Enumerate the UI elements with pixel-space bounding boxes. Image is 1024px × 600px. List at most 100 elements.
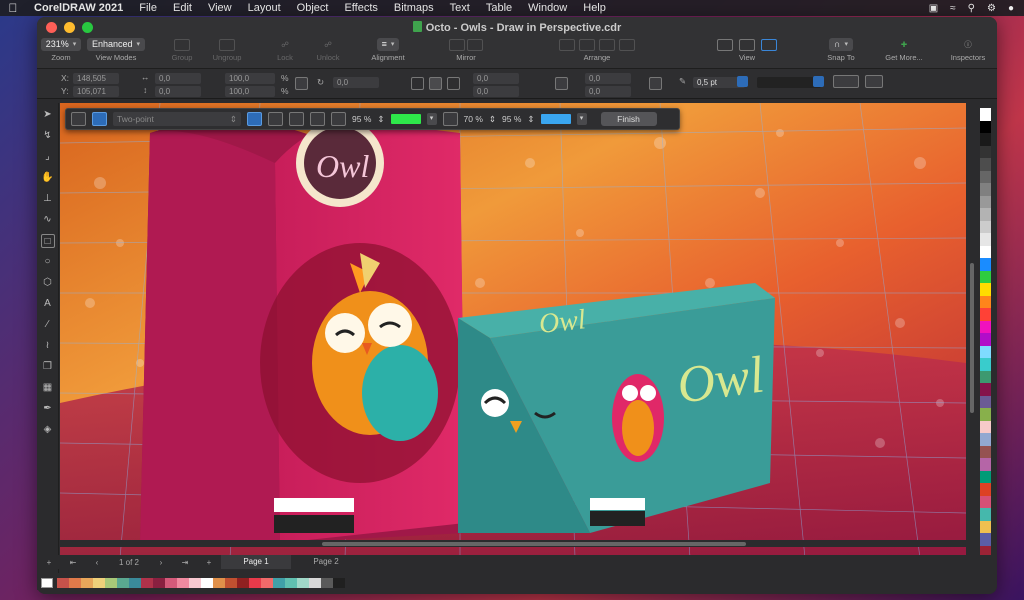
grid-plane-2-icon[interactable] [268,112,283,126]
display-icon[interactable]: ▣ [929,3,938,14]
app-menu[interactable]: CorelDRAW 2021 [26,2,131,14]
perspective-mode-dropdown[interactable]: Two-point ⇕ [113,112,241,126]
palette-swatch[interactable] [980,145,991,158]
view-mode-dropdown[interactable]: Enhanced ▾ [86,38,146,51]
grid-plane-4-icon[interactable] [310,112,325,126]
document-palette-swatch[interactable] [213,578,225,588]
palette-swatch[interactable] [980,208,991,221]
freehand-tool-icon[interactable]: ∿ [41,213,55,227]
document-palette-swatch[interactable] [93,578,105,588]
relative-corner-icon[interactable] [649,77,662,90]
scale-width-field[interactable]: 100,0 [225,73,275,84]
corner-chamfer-icon[interactable] [447,77,460,90]
document-palette-swatch[interactable] [321,578,333,588]
grid-color-swatch-1[interactable] [390,114,421,124]
unlock-button[interactable]: ☍ Unlock [309,37,347,62]
stepper-icon[interactable]: ⇕ [377,114,384,125]
palette-swatch[interactable] [980,383,991,396]
document-palette-swatch[interactable] [309,578,321,588]
corner-scallop-icon[interactable] [429,77,442,90]
palette-swatch[interactable] [980,320,991,333]
horizontal-scrollbar[interactable] [60,540,966,547]
corner-radius-1[interactable]: 0,0 [473,73,519,84]
palette-swatch[interactable] [980,483,991,496]
arrange-group[interactable]: Arrange [532,37,662,62]
text-tool-icon[interactable]: A [41,297,55,311]
stepper-icon[interactable]: ⇕ [489,114,496,125]
menu-bitmaps[interactable]: Bitmaps [386,2,442,14]
finish-button[interactable]: Finish [600,112,657,126]
corner-radius-3[interactable]: 0,0 [585,73,631,84]
rectangle-tool-icon[interactable]: □ [40,234,55,248]
corner-radius-4[interactable]: 0,0 [585,86,631,97]
palette-swatch[interactable] [980,158,991,171]
pick-tool-icon[interactable]: ➤ [41,108,55,122]
document-palette-swatch[interactable] [237,578,249,588]
document-palette-swatch[interactable] [165,578,177,588]
pan-tool-icon[interactable]: ✋ [41,171,55,185]
chevron-down-icon[interactable]: ▾ [576,113,587,125]
document-palette-swatch[interactable] [153,578,165,588]
menu-text[interactable]: Text [442,2,478,14]
corner-radius-2[interactable]: 0,0 [473,86,519,97]
palette-swatch[interactable] [980,458,991,471]
opacity-2-value[interactable]: 70 % [464,114,483,124]
palette-swatch[interactable] [980,258,991,271]
grid-color-swatch-2[interactable] [540,114,571,124]
document-palette-swatch[interactable] [273,578,285,588]
chevron-down-icon[interactable]: ▾ [426,113,437,125]
palette-swatch[interactable] [980,408,991,421]
width-field[interactable]: 0,0 [155,73,201,84]
last-page-icon[interactable]: ⇥ [173,558,197,567]
prev-page-icon[interactable]: ‹ [85,558,109,567]
chevron-down-icon[interactable] [813,76,824,87]
palette-swatch[interactable] [980,345,991,358]
height-field[interactable]: 0,0 [155,86,201,97]
line-style-dropdown[interactable] [757,77,821,88]
siri-icon[interactable]: ● [1008,3,1014,14]
document-palette-swatch[interactable] [249,578,261,588]
page-tab-1[interactable]: Page 1 [221,555,291,569]
add-page-after-icon[interactable]: + [197,558,221,567]
menu-view[interactable]: View [200,2,240,14]
lock-ratio-icon[interactable] [295,77,308,90]
drawing-canvas[interactable]: Owl Owl Owl [60,103,966,558]
palette-swatch[interactable] [980,170,991,183]
palette-swatch[interactable] [980,420,991,433]
polygon-tool-icon[interactable]: ⬡ [41,276,55,290]
perspective-add-icon[interactable] [71,112,86,126]
palette-swatch[interactable] [980,358,991,371]
palette-swatch[interactable] [980,520,991,533]
scroll-thumb[interactable] [970,263,974,413]
crop-tool-icon[interactable]: ⌟ [41,150,55,164]
start-arrowhead-dropdown[interactable] [833,75,859,88]
palette-swatch[interactable] [980,333,991,346]
document-palette-swatch[interactable] [69,578,81,588]
document-palette-swatch[interactable] [57,578,69,588]
palette-swatch[interactable] [980,270,991,283]
document-palette-swatch[interactable] [261,578,273,588]
inspectors-button[interactable]: ⓘ Inspectors [945,37,991,62]
document-palette-swatch[interactable] [333,578,345,588]
wifi-icon[interactable]: ≈ [950,3,956,14]
fill-tool-icon[interactable]: ◈ [41,423,55,437]
first-page-icon[interactable]: ⇤ [61,558,85,567]
palette-swatch[interactable] [980,233,991,246]
snap-to-button[interactable]: ∩ ▾ Snap To [819,37,863,62]
angle-field[interactable]: 0,0 [333,77,379,88]
view-group[interactable]: View [697,37,797,62]
zoom-dropdown[interactable]: 231% ▾ [40,38,82,51]
grid-plane-1-icon[interactable] [247,112,262,126]
palette-swatch[interactable] [980,283,991,296]
apple-icon[interactable]:  [0,1,26,15]
edit-corners-together-icon[interactable] [555,77,568,90]
control-center-icon[interactable]: ⚙ [987,3,996,14]
perspective-edit-icon[interactable] [92,112,107,126]
shadow-tool-icon[interactable]: ❐ [41,360,55,374]
corner-round-icon[interactable] [411,77,424,90]
horizon-icon[interactable] [331,112,346,126]
palette-swatch[interactable] [980,195,991,208]
ungroup-button[interactable]: Ungroup [207,37,247,62]
menu-help[interactable]: Help [575,2,614,14]
transparency-tool-icon[interactable]: ▦ [41,381,55,395]
